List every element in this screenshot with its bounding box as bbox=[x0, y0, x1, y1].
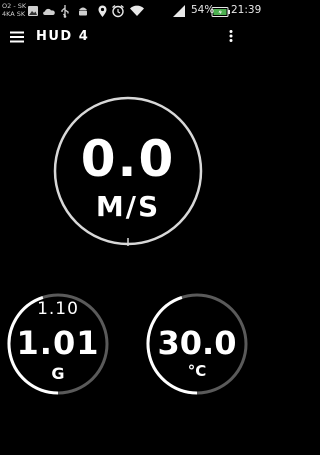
app-title: HUD 4 bbox=[36, 29, 90, 44]
temperature-unit: °C bbox=[187, 362, 207, 380]
status-clock: 21:39 bbox=[231, 4, 262, 16]
speed-gauge: 0.0 M/S bbox=[43, 96, 213, 246]
carrier-label: O2 - SK 4KA SK bbox=[2, 2, 26, 18]
temperature-value: 30.0 bbox=[157, 324, 237, 362]
android-icon bbox=[79, 7, 87, 16]
g-force-unit: G bbox=[51, 364, 65, 383]
app-bar: HUD 4 bbox=[0, 22, 256, 52]
speed-unit: M/S bbox=[95, 190, 161, 223]
alarm-icon bbox=[112, 4, 124, 18]
g-force-value: 1.01 bbox=[16, 324, 100, 362]
speed-value: 0.0 bbox=[80, 130, 176, 188]
g-force-gauge: 1.10 1.01 G bbox=[6, 292, 110, 396]
status-bar: O2 - SK 4KA SK 54% 21:39 bbox=[0, 0, 261, 22]
carrier-line-1: O2 - SK bbox=[2, 2, 27, 10]
wifi-icon bbox=[130, 5, 144, 17]
hamburger-menu-icon[interactable] bbox=[10, 31, 24, 43]
location-pin-icon bbox=[98, 5, 107, 17]
carrier-line-2: 4KA SK bbox=[2, 10, 26, 18]
usb-icon bbox=[61, 5, 69, 18]
signal-icon bbox=[173, 5, 185, 17]
g-force-peak: 1.10 bbox=[37, 299, 79, 319]
cloud-icon bbox=[43, 8, 55, 15]
more-vert-icon[interactable] bbox=[227, 29, 235, 43]
temperature-gauge: 30.0 °C bbox=[145, 292, 249, 396]
battery-icon bbox=[211, 7, 230, 17]
image-icon bbox=[28, 6, 38, 16]
